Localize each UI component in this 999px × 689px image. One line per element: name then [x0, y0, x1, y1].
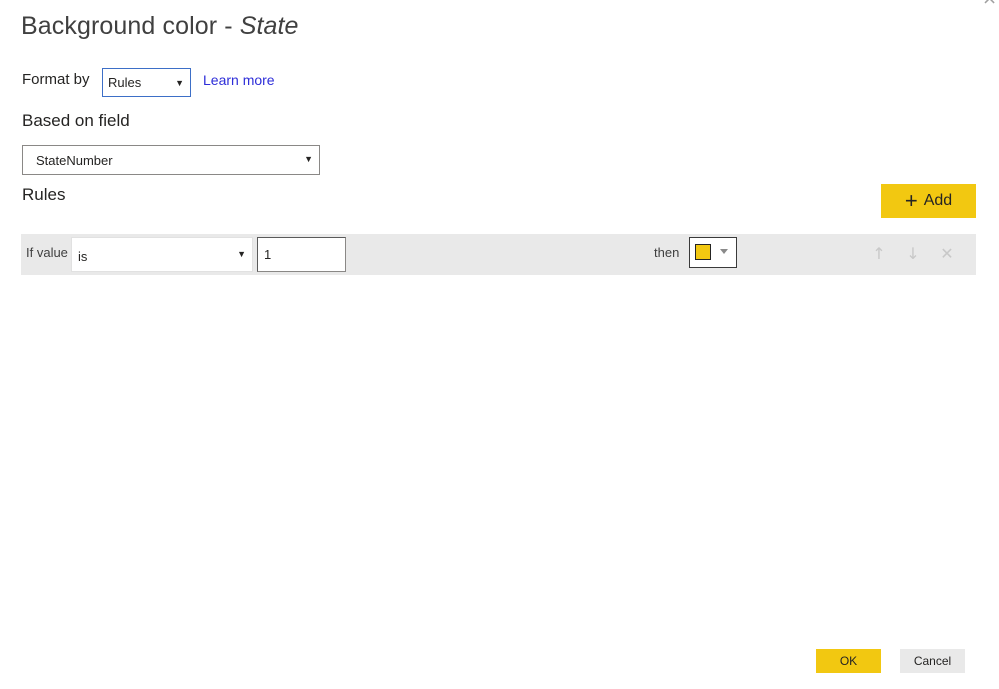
color-swatch — [695, 244, 711, 260]
rule-row: If value is ▼ then ↑ ↓ ✕ — [21, 234, 976, 275]
dialog-title: Background color - State — [21, 12, 299, 41]
rule-value-input[interactable] — [257, 237, 346, 272]
arrow-down-icon[interactable]: ↓ — [903, 244, 923, 264]
caret-down-icon: ▼ — [237, 249, 246, 259]
close-icon[interactable]: × — [982, 0, 999, 8]
add-rule-button[interactable]: + Add — [881, 184, 976, 218]
title-main: Background color - — [21, 12, 240, 40]
color-picker[interactable] — [689, 237, 737, 268]
format-by-select[interactable]: Rules ▼ — [102, 68, 191, 97]
if-value-label: If value — [26, 245, 68, 260]
delete-rule-icon[interactable]: ✕ — [937, 244, 957, 264]
plus-icon: + — [904, 188, 918, 213]
based-on-field-label: Based on field — [22, 111, 130, 130]
caret-down-icon: ▼ — [304, 154, 313, 164]
format-by-value: Rules — [108, 75, 142, 90]
arrow-up-icon[interactable]: ↑ — [869, 244, 889, 264]
based-on-field-select[interactable]: StateNumber ▼ — [22, 145, 320, 175]
chevron-down-icon — [720, 249, 728, 254]
caret-down-icon: ▼ — [175, 78, 184, 88]
cancel-button[interactable]: Cancel — [900, 649, 965, 673]
rules-label: Rules — [22, 185, 66, 204]
add-rule-label: Add — [923, 192, 953, 209]
format-by-label: Format by — [22, 71, 90, 88]
title-field-name: State — [239, 12, 299, 40]
ok-button[interactable]: OK — [816, 649, 881, 673]
learn-more-link[interactable]: Learn more — [203, 72, 275, 88]
operator-select[interactable]: is ▼ — [71, 237, 253, 272]
operator-value: is — [78, 249, 88, 264]
then-label: then — [654, 245, 680, 260]
based-on-field-value: StateNumber — [36, 153, 113, 168]
